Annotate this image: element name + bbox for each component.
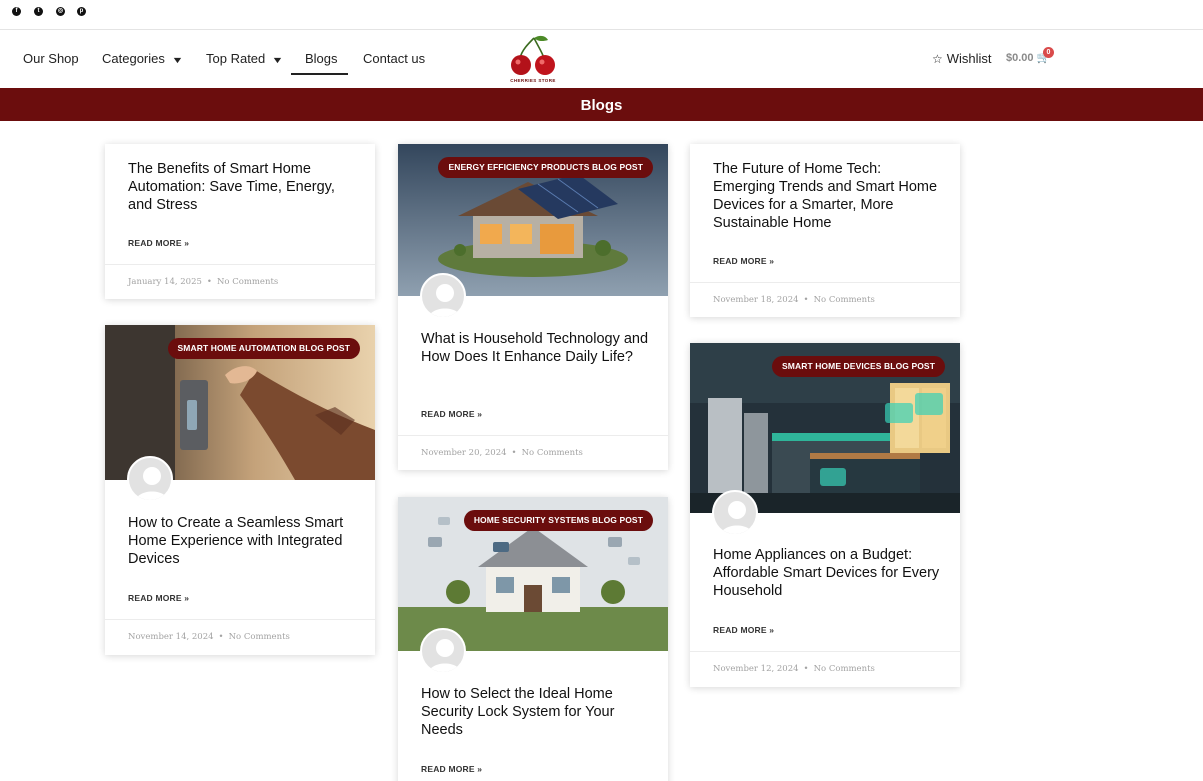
category-badge[interactable]: HOME SECURITY SYSTEMS BLOG POST xyxy=(463,510,653,531)
read-more-link[interactable]: READ MORE » xyxy=(713,625,774,635)
user-avatar-icon xyxy=(428,284,462,317)
post-title[interactable]: Home Appliances on a Budget: Affordable … xyxy=(713,546,943,600)
post-title[interactable]: The Future of Home Tech: Emerging Trends… xyxy=(713,160,943,232)
post-date: November 20, 2024 xyxy=(421,448,507,458)
user-avatar-icon xyxy=(428,639,462,672)
page-title: Blogs xyxy=(580,97,623,114)
author-avatar[interactable] xyxy=(712,490,758,536)
post-title[interactable]: How to Select the Ideal Home Security Lo… xyxy=(421,685,651,739)
page-banner: Blogs xyxy=(0,88,1203,121)
author-avatar[interactable] xyxy=(127,456,173,502)
post-title[interactable]: The Benefits of Smart Home Automation: S… xyxy=(128,160,358,214)
post-date: November 12, 2024 xyxy=(713,664,799,674)
author-avatar[interactable] xyxy=(420,628,466,674)
author-avatar[interactable] xyxy=(420,273,466,319)
category-badge[interactable]: ENERGY EFFICIENCY PRODUCTS BLOG POST xyxy=(438,157,653,178)
post-title[interactable]: What is Household Technology and How Doe… xyxy=(421,330,651,366)
nav-contact-us-label: Contact us xyxy=(363,51,426,66)
facebook-icon[interactable]: f xyxy=(12,7,21,16)
post-comments[interactable]: No Comments xyxy=(522,448,583,458)
read-more-link[interactable]: READ MORE » xyxy=(421,409,482,419)
store-logo[interactable]: CHERRIES STORE xyxy=(506,34,560,86)
site-header: Our Shop Categories ▼ Top Rated ▼ Blogs Co… xyxy=(0,30,1203,88)
post-meta: January 14, 2025 • No Comments xyxy=(105,264,375,299)
nav-categories[interactable]: Categories ▼ xyxy=(102,51,184,66)
category-badge[interactable]: SMART HOME AUTOMATION BLOG POST xyxy=(167,338,360,359)
nav-contact-us[interactable]: Contact us xyxy=(363,51,425,66)
post-comments[interactable]: No Comments xyxy=(229,632,290,642)
meta-separator: • xyxy=(206,277,212,287)
post-date: January 14, 2025 xyxy=(128,277,202,287)
wishlist-link[interactable]: ☆ Wishlist xyxy=(932,51,992,66)
nav-our-shop-label: Our Shop xyxy=(23,51,79,66)
post-date: November 14, 2024 xyxy=(128,632,214,642)
post-comments[interactable]: No Comments xyxy=(217,277,278,287)
blog-card: SMART HOME DEVICES BLOG POST Home Applia… xyxy=(690,343,960,687)
social-bar: f t ◎ p xyxy=(0,0,1203,30)
meta-separator: • xyxy=(511,448,517,458)
chevron-down-icon: ▼ xyxy=(271,55,284,65)
chevron-down-icon: ▼ xyxy=(171,55,184,65)
read-more-link[interactable]: READ MORE » xyxy=(713,256,774,266)
meta-separator: • xyxy=(803,295,809,305)
meta-separator: • xyxy=(218,632,224,642)
nav-top-rated-label: Top Rated xyxy=(206,51,266,66)
blog-card: HOME SECURITY SYSTEMS BLOG POST How to S… xyxy=(398,497,668,781)
read-more-link[interactable]: READ MORE » xyxy=(421,764,482,774)
nav-categories-label: Categories xyxy=(102,51,165,66)
post-comments[interactable]: No Comments xyxy=(814,664,875,674)
nav-our-shop[interactable]: Our Shop xyxy=(23,51,79,66)
post-thumbnail[interactable]: SMART HOME DEVICES BLOG POST xyxy=(690,343,960,513)
read-more-link[interactable]: READ MORE » xyxy=(128,238,189,248)
nav-blogs[interactable]: Blogs xyxy=(305,51,338,66)
post-meta: November 20, 2024 • No Comments xyxy=(398,435,668,470)
blog-card: The Benefits of Smart Home Automation: S… xyxy=(105,144,375,299)
blog-card: ENERGY EFFICIENCY PRODUCTS BLOG POST Wha… xyxy=(398,144,668,470)
logo-text: CHERRIES STORE xyxy=(510,78,556,83)
category-badge[interactable]: SMART HOME DEVICES BLOG POST xyxy=(772,356,945,377)
wishlist-label: Wishlist xyxy=(946,51,992,66)
post-meta: November 14, 2024 • No Comments xyxy=(105,619,375,655)
user-avatar-icon xyxy=(135,467,169,500)
twitter-icon[interactable]: t xyxy=(34,7,43,16)
read-more-link[interactable]: READ MORE » xyxy=(128,593,189,603)
blog-card: SMART HOME AUTOMATION BLOG POST How to C… xyxy=(105,325,375,655)
cart-count-badge: 0 xyxy=(1043,47,1054,58)
star-icon: ☆ xyxy=(932,52,943,66)
nav-blogs-label: Blogs xyxy=(305,51,338,66)
blog-card: The Future of Home Tech: Emerging Trends… xyxy=(690,144,960,317)
post-title[interactable]: How to Create a Seamless Smart Home Expe… xyxy=(128,514,358,568)
post-meta: November 12, 2024 • No Comments xyxy=(690,651,960,687)
user-avatar-icon xyxy=(720,501,754,534)
pinterest-icon[interactable]: p xyxy=(77,7,86,16)
nav-top-rated[interactable]: Top Rated ▼ xyxy=(206,51,284,66)
post-date: November 18, 2024 xyxy=(713,295,799,305)
post-comments[interactable]: No Comments xyxy=(814,295,875,305)
post-meta: November 18, 2024 • No Comments xyxy=(690,282,960,317)
cart-total: $0.00 xyxy=(1006,52,1034,64)
cherries-icon xyxy=(511,35,555,75)
nav-active-indicator xyxy=(291,73,348,75)
instagram-icon[interactable]: ◎ xyxy=(56,7,65,16)
meta-separator: • xyxy=(803,664,809,674)
